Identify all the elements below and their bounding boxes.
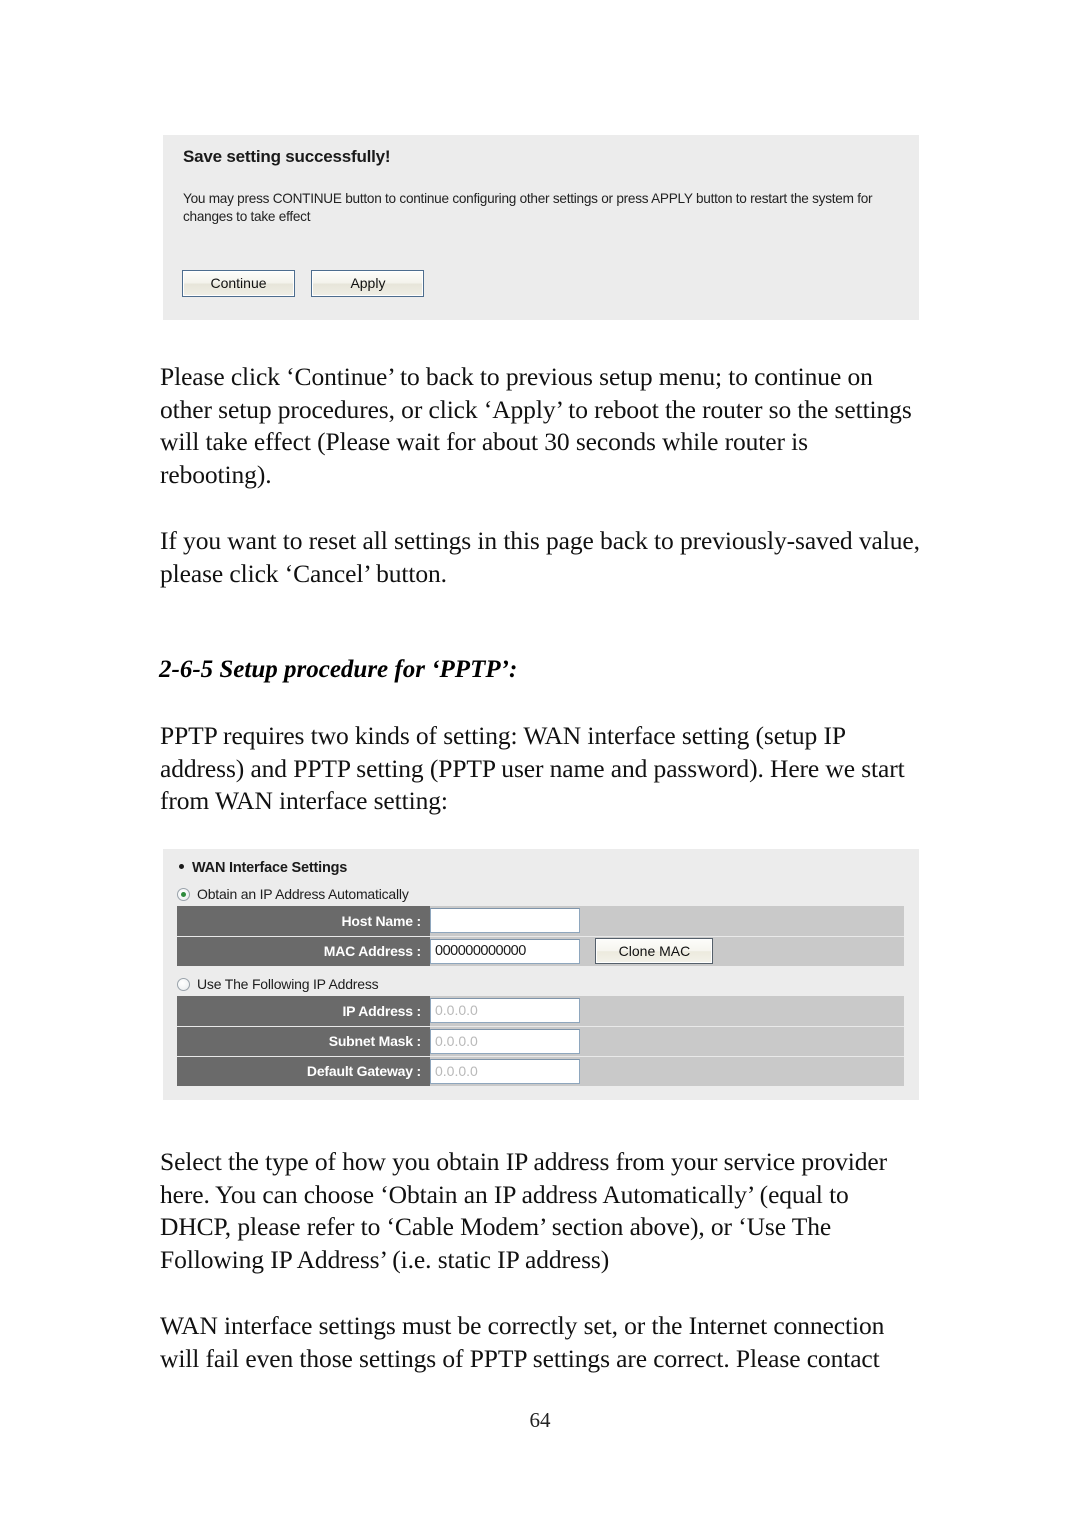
table-row: Subnet Mask : 0.0.0.0 bbox=[177, 1026, 904, 1057]
section-heading-2-6-5: 2-6-5 Setup procedure for ‘PPTP’: bbox=[159, 656, 518, 683]
radio-unselected-icon[interactable] bbox=[177, 978, 190, 991]
wan-interface-settings-title: WAN Interface Settings bbox=[179, 860, 347, 876]
mac-address-input[interactable]: 000000000000 bbox=[430, 938, 580, 964]
apply-button[interactable]: Apply bbox=[311, 270, 425, 297]
wan-interface-settings-title-text: WAN Interface Settings bbox=[192, 860, 348, 876]
table-row: Default Gateway : 0.0.0.0 bbox=[177, 1056, 904, 1086]
subnet-mask-input[interactable]: 0.0.0.0 bbox=[430, 1028, 580, 1054]
ip-address-input[interactable]: 0.0.0.0 bbox=[430, 998, 580, 1024]
host-name-label: Host Name : bbox=[177, 906, 430, 937]
default-gateway-input[interactable]: 0.0.0.0 bbox=[430, 1058, 580, 1084]
ip-address-cell: 0.0.0.0 bbox=[430, 996, 904, 1027]
table-row: Host Name : bbox=[177, 906, 904, 937]
paragraph-select-ip-type: Select the type of how you obtain IP add… bbox=[160, 1147, 888, 1274]
auto-ip-settings-table: Host Name : MAC Address : 000000000000 C… bbox=[177, 906, 904, 966]
default-gateway-cell: 0.0.0.0 bbox=[430, 1056, 904, 1086]
host-name-cell bbox=[430, 906, 904, 937]
save-setting-button-row: Continue Apply bbox=[182, 270, 425, 297]
subnet-mask-label: Subnet Mask : bbox=[177, 1026, 430, 1057]
radio-obtain-ip-automatically-label: Obtain an IP Address Automatically bbox=[197, 886, 409, 902]
bullet-icon bbox=[179, 864, 184, 869]
document-page: Save setting successfully! You may press… bbox=[0, 0, 1080, 1527]
save-setting-description: You may press CONTINUE button to continu… bbox=[183, 191, 873, 224]
static-ip-settings-table: IP Address : 0.0.0.0 Subnet Mask : 0.0.0… bbox=[177, 996, 904, 1086]
wan-interface-settings-screenshot: WAN Interface Settings Obtain an IP Addr… bbox=[163, 849, 919, 1100]
save-setting-screenshot: Save setting successfully! You may press… bbox=[163, 135, 919, 320]
radio-use-following-ip[interactable]: Use The Following IP Address bbox=[177, 976, 379, 992]
paragraph-pptp-intro: PPTP requires two kinds of setting: WAN … bbox=[160, 721, 905, 816]
continue-button[interactable]: Continue bbox=[182, 270, 295, 297]
table-row: IP Address : 0.0.0.0 bbox=[177, 996, 904, 1027]
page-number: 64 bbox=[529, 1408, 551, 1432]
host-name-input[interactable] bbox=[430, 908, 580, 934]
default-gateway-label: Default Gateway : bbox=[177, 1056, 430, 1086]
radio-selected-icon[interactable] bbox=[177, 888, 190, 901]
save-setting-title: Save setting successfully! bbox=[183, 147, 391, 166]
mac-address-label: MAC Address : bbox=[177, 936, 430, 966]
paragraph-wan-must-be-set: WAN interface settings must be correctly… bbox=[160, 1311, 885, 1373]
paragraph-cancel: If you want to reset all settings in thi… bbox=[160, 526, 920, 588]
radio-obtain-ip-automatically[interactable]: Obtain an IP Address Automatically bbox=[177, 886, 409, 902]
mac-address-cell: 000000000000 Clone MAC bbox=[430, 936, 904, 966]
paragraph-continue-apply: Please click ‘Continue’ to back to previ… bbox=[160, 362, 912, 489]
ip-address-label: IP Address : bbox=[177, 996, 430, 1027]
radio-use-following-ip-label: Use The Following IP Address bbox=[197, 976, 379, 992]
table-row: MAC Address : 000000000000 Clone MAC bbox=[177, 936, 904, 966]
clone-mac-button[interactable]: Clone MAC bbox=[595, 938, 714, 965]
subnet-mask-cell: 0.0.0.0 bbox=[430, 1026, 904, 1057]
